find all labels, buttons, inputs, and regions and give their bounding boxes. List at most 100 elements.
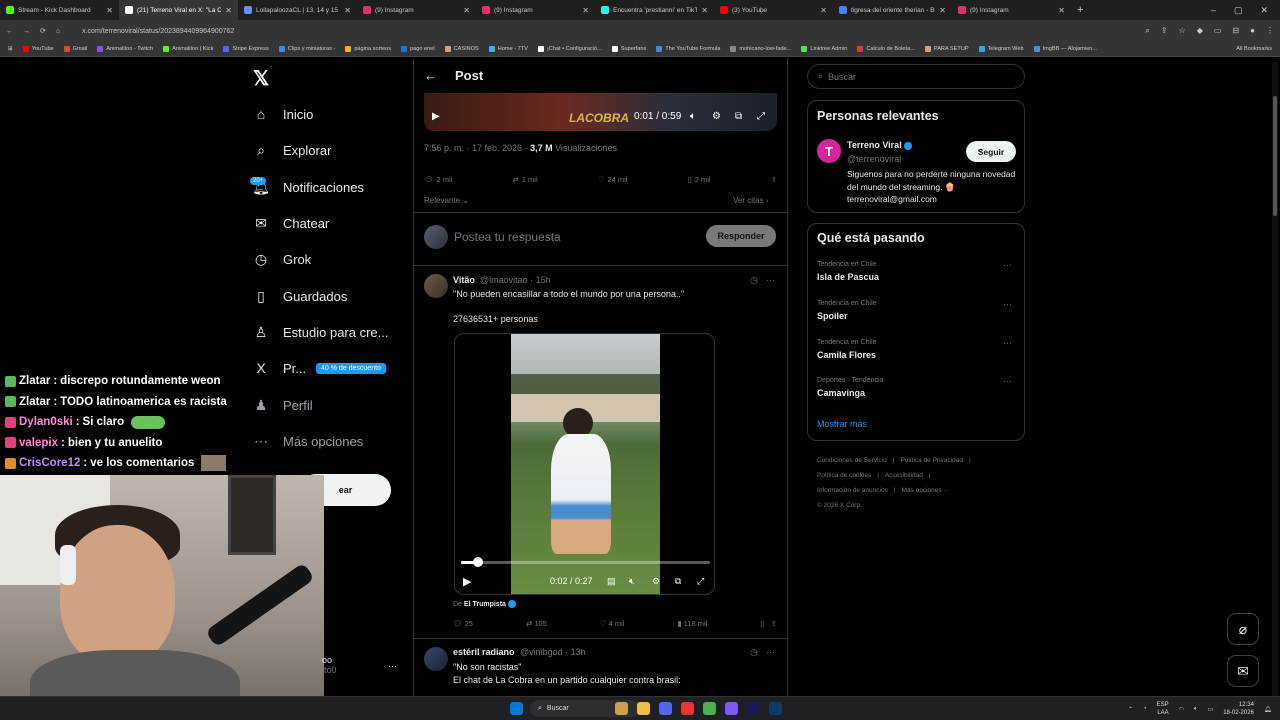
like-action[interactable]: ♡ 4 mil bbox=[600, 619, 625, 628]
footer-link[interactable]: Accesibilidad bbox=[885, 472, 923, 479]
nav-item-explorar[interactable]: ⌕ Explorar bbox=[253, 142, 331, 158]
messages-floating-icon[interactable]: ✉ bbox=[1227, 655, 1259, 687]
share-action[interactable]: ⇪ bbox=[771, 175, 777, 184]
browser-tab[interactable]: LollapaloozaCL | 13, 14 y 15 de ✕ bbox=[238, 0, 357, 20]
trend-more-icon[interactable]: ··· bbox=[1003, 376, 1012, 386]
footer-link[interactable]: Más opciones ··· bbox=[902, 487, 950, 494]
repost-action[interactable]: ⇄ 105 bbox=[526, 619, 547, 628]
volume-icon[interactable]: 🔈︎ bbox=[690, 111, 696, 122]
reply-author-name[interactable]: estéril radiano bbox=[453, 647, 515, 657]
share-icon[interactable]: ⇪ bbox=[1161, 26, 1168, 36]
video-scrubber-handle[interactable] bbox=[473, 557, 484, 567]
reply-input[interactable]: Postea tu respuesta bbox=[454, 230, 561, 244]
browser-tab[interactable]: (9) Instagram ✕ bbox=[952, 0, 1071, 20]
back-arrow-icon[interactable]: ← bbox=[424, 68, 437, 83]
nav-item-grok[interactable]: ◷ Grok bbox=[253, 251, 311, 267]
more-icon[interactable]: ··· bbox=[766, 647, 775, 658]
footer-link[interactable]: © 2026 X Corp. bbox=[817, 502, 862, 509]
browser-tab[interactable]: (3) YouTube ✕ bbox=[714, 0, 833, 20]
notifications-icon[interactable]: 🔔︎ bbox=[1264, 706, 1272, 713]
more-icon[interactable]: ··· bbox=[766, 275, 775, 286]
footer-link[interactable]: Condiciones de Servicio bbox=[817, 457, 887, 464]
repost-action[interactable]: ⇄ 1 mil bbox=[512, 175, 537, 184]
captions-icon[interactable]: ▤ bbox=[607, 576, 616, 587]
reply-author-handle[interactable]: @vinibgod · 13h bbox=[520, 647, 586, 657]
bookmark-item[interactable]: CASINOS bbox=[444, 46, 479, 52]
file-explorer-icon[interactable] bbox=[637, 702, 650, 715]
bookmark-item[interactable]: Calculo de Boleta... bbox=[857, 46, 915, 52]
bookmark-item[interactable]: Clips y miniaturas - bbox=[278, 46, 335, 52]
like-action[interactable]: ♡ 24 mil bbox=[598, 175, 628, 184]
reload-icon[interactable]: ⟳ bbox=[40, 27, 46, 35]
post-video[interactable]: ▶ LACOBRA 0:01 / 0:59 🔈︎ ⚙ ⧉ ⤢ bbox=[424, 93, 777, 131]
nav-item-inicio[interactable]: ⌂ Inicio bbox=[253, 106, 314, 122]
pip-icon[interactable]: ⧉ bbox=[735, 111, 742, 122]
app-icon[interactable] bbox=[681, 702, 694, 715]
menu-icon[interactable]: ⋮ bbox=[1266, 26, 1274, 36]
photoshop-icon[interactable] bbox=[769, 702, 782, 715]
close-icon[interactable]: ✕ bbox=[106, 6, 113, 15]
fullscreen-icon[interactable]: ⤢ bbox=[697, 576, 704, 587]
nav-item-chatear[interactable]: ✉ Chatear bbox=[253, 215, 329, 231]
language-indicator[interactable]: ESP LAA bbox=[1157, 701, 1169, 717]
close-icon[interactable]: ✕ bbox=[701, 6, 708, 15]
bookmark-item[interactable]: Animalitoo - Twitch bbox=[97, 46, 153, 52]
home-icon[interactable]: ⌂ bbox=[56, 28, 60, 35]
views-action[interactable]: ▮ 118 mil bbox=[677, 619, 707, 628]
nav-item-pr[interactable]: X Pr... bbox=[253, 360, 306, 376]
bookmark-item[interactable]: Home - 7TV bbox=[488, 46, 528, 52]
browser-tab[interactable]: tigresa del oriente therian - Bus ✕ bbox=[833, 0, 952, 20]
close-icon[interactable]: ✕ bbox=[1058, 6, 1065, 15]
windows-start-icon[interactable] bbox=[510, 702, 523, 715]
settings-icon[interactable]: ⚙ bbox=[712, 111, 721, 122]
relevant-person-name[interactable]: Terreno Viral bbox=[847, 140, 912, 150]
app-icon[interactable] bbox=[725, 702, 738, 715]
clock[interactable]: 12:34 18-02-2026 bbox=[1223, 701, 1254, 717]
show-more-link[interactable]: Mostrar más bbox=[817, 419, 867, 429]
reply-action[interactable]: 💬︎ 2 mil bbox=[424, 175, 452, 184]
bookmark-item[interactable]: Animalitoo | Kick bbox=[163, 46, 213, 52]
browser-tab[interactable]: Stream - Kick Dashboard ✕ bbox=[0, 0, 119, 20]
all-bookmarks-folder[interactable]: All Bookmarks bbox=[1236, 46, 1272, 52]
bookmark-item[interactable]: PARA SETUP bbox=[924, 46, 969, 52]
back-icon[interactable]: ← bbox=[6, 28, 13, 35]
new-tab-icon[interactable]: + bbox=[1077, 4, 1083, 16]
source-user-link[interactable]: El Trumpista bbox=[464, 601, 506, 608]
search-input[interactable]: ⌕ Buscar bbox=[807, 64, 1025, 89]
grok-floating-icon[interactable]: ⌀ bbox=[1227, 613, 1259, 645]
close-icon[interactable]: ✕ bbox=[225, 6, 232, 15]
bookmark-item[interactable]: Telegram Web bbox=[978, 46, 1024, 52]
reply-author-name[interactable]: Vitão bbox=[453, 275, 475, 285]
bookmark-item[interactable]: ¡Chat • Configuració... bbox=[537, 46, 602, 52]
trend-name[interactable]: Isla de Pascua bbox=[817, 272, 879, 282]
trend-name[interactable]: Spoiler bbox=[817, 311, 848, 321]
volume-icon[interactable]: 🔈︎ bbox=[1194, 706, 1198, 713]
relevant-person-handle[interactable]: @terrenoviral bbox=[847, 154, 901, 164]
nav-item-guardados[interactable]: ▯ Guardados bbox=[253, 288, 347, 304]
bookmark-share[interactable]: ▯ ⇪ bbox=[760, 619, 777, 628]
extension-icon[interactable]: ◆ bbox=[1197, 26, 1203, 36]
chevron-up-icon[interactable]: ⌃ bbox=[1128, 706, 1133, 713]
avatar[interactable] bbox=[424, 647, 448, 671]
avatar[interactable]: T bbox=[817, 139, 841, 163]
mute-icon[interactable]: 🔇︎ bbox=[629, 576, 635, 587]
reply-sort-dropdown[interactable]: Relevante ⌄ bbox=[424, 196, 469, 205]
nav-item-m-s-opciones[interactable]: ⋯ Más opciones bbox=[253, 433, 363, 449]
battery-icon[interactable]: ▭ bbox=[1208, 706, 1214, 713]
reply-author-handle[interactable]: @lmaovitao · 15h bbox=[480, 275, 551, 285]
trend-name[interactable]: Camavinga bbox=[817, 388, 865, 398]
maximize-icon[interactable]: ▢ bbox=[1234, 5, 1243, 16]
close-icon[interactable]: ✕ bbox=[820, 6, 827, 15]
grok-icon[interactable]: ◷ bbox=[750, 275, 758, 286]
pip-icon[interactable]: ⧉ bbox=[675, 576, 681, 587]
grok-icon[interactable]: ◷ bbox=[750, 647, 758, 658]
my-avatar[interactable] bbox=[424, 225, 448, 249]
bookmark-item[interactable]: Stripe Express bbox=[223, 46, 269, 52]
widgets-icon[interactable] bbox=[615, 702, 628, 715]
settings-icon[interactable]: ⚙ bbox=[652, 576, 660, 587]
premium-discount-badge[interactable]: 40 % de descuento bbox=[316, 363, 386, 374]
reply-video[interactable]: ▶ 0:02 / 0:27 ▤ 🔇︎ ⚙ ⧉ ⤢ bbox=[454, 333, 715, 595]
bookmark-item[interactable]: The YouTube Formula bbox=[656, 46, 720, 52]
url-field[interactable]: x.com/terrenoviral/status/20238944099649… bbox=[82, 28, 1135, 35]
play-icon[interactable]: ▶ bbox=[432, 111, 440, 122]
